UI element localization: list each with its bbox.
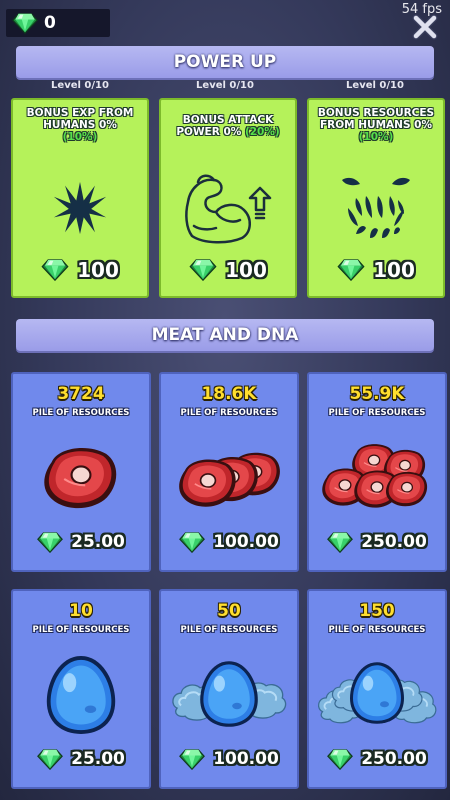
power-up-header: POWER UP xyxy=(16,46,434,78)
meat-pile-icon xyxy=(315,432,439,524)
gem-icon xyxy=(10,11,40,35)
price-value: 25.00 xyxy=(71,749,125,769)
resource-subtitle: PILE OF RESOURCES xyxy=(180,625,278,635)
gem-counter: 0 xyxy=(6,9,110,37)
meat-stack-icon xyxy=(167,432,291,524)
gem-icon xyxy=(37,532,63,553)
dna-egg-icon xyxy=(19,649,143,741)
power-card-title: BONUS RESOURCES FROM HUMANS 0% (10%) xyxy=(317,107,435,143)
bonus-percent: (10%) xyxy=(358,131,394,143)
gem-icon xyxy=(327,749,353,770)
gem-icon xyxy=(327,532,353,553)
burst-icon xyxy=(32,166,128,250)
resource-amount: 3724 xyxy=(57,384,105,404)
price: 100 xyxy=(13,252,147,288)
resource-amount: 150 xyxy=(359,601,395,621)
power-card-bonus-exp[interactable]: BONUS EXP FROM HUMANS 0% (10%) 100 xyxy=(11,98,149,298)
price: 25.00 xyxy=(13,741,149,777)
power-card-bonus-attack[interactable]: BONUS ATTACK POWER 0% (20%) 100 xyxy=(159,98,297,298)
price: 250.00 xyxy=(309,524,445,560)
price-value: 100 xyxy=(225,258,267,282)
price-value: 100.00 xyxy=(213,749,279,769)
power-card-title: BONUS EXP FROM HUMANS 0% (10%) xyxy=(26,107,134,143)
resource-subtitle: PILE OF RESOURCES xyxy=(180,408,278,418)
resource-amount: 10 xyxy=(69,601,93,621)
price: 100 xyxy=(309,252,443,288)
price-value: 250.00 xyxy=(361,749,427,769)
resource-subtitle: PILE OF RESOURCES xyxy=(32,625,130,635)
resource-amount: 55.9K xyxy=(349,384,405,404)
price: 100.00 xyxy=(161,741,297,777)
meat-and-dna-header: MEAT AND DNA xyxy=(16,319,434,351)
close-button[interactable] xyxy=(412,14,438,40)
gem-icon xyxy=(179,749,205,770)
price-value: 100.00 xyxy=(213,532,279,552)
resource-subtitle: PILE OF RESOURCES xyxy=(328,408,426,418)
gem-icon xyxy=(189,259,217,281)
resource-card-dna-medium[interactable]: 50 PILE OF RESOURCES 100.00 xyxy=(159,589,299,789)
price: 100 xyxy=(161,252,295,288)
dna-egg-pile-icon xyxy=(315,649,439,741)
monster-teeth-icon xyxy=(328,166,424,250)
top-bar: 0 54 fps xyxy=(0,0,450,44)
resource-card-dna-large[interactable]: 150 PILE OF RESOURCES 250.00 xyxy=(307,589,447,789)
resource-amount: 50 xyxy=(217,601,241,621)
gem-count: 0 xyxy=(44,13,56,33)
resource-card-meat-medium[interactable]: 18.6K PILE OF RESOURCES 100.00 xyxy=(159,372,299,572)
power-card-bonus-resources[interactable]: BONUS RESOURCES FROM HUMANS 0% (10%) 100 xyxy=(307,98,445,298)
price: 100.00 xyxy=(161,524,297,560)
price-value: 100 xyxy=(77,258,119,282)
resource-card-meat-large[interactable]: 55.9K PILE OF RESOURCES 250.00 xyxy=(307,372,447,572)
gem-icon xyxy=(41,259,69,281)
gem-icon xyxy=(337,259,365,281)
resource-subtitle: PILE OF RESOURCES xyxy=(328,625,426,635)
resource-card-meat-small[interactable]: 3724 PILE OF RESOURCES 25.00 xyxy=(11,372,151,572)
price-value: 250.00 xyxy=(361,532,427,552)
resource-subtitle: PILE OF RESOURCES xyxy=(32,408,130,418)
gem-icon xyxy=(37,749,63,770)
price-value: 100 xyxy=(373,258,415,282)
price: 25.00 xyxy=(13,524,149,560)
power-card-title: BONUS ATTACK POWER 0% (20%) xyxy=(176,114,280,138)
close-icon xyxy=(412,14,438,40)
resource-amount: 18.6K xyxy=(201,384,257,404)
gem-icon xyxy=(179,532,205,553)
level-label: Level 0/10 xyxy=(346,80,404,91)
meat-steak-icon xyxy=(19,432,143,524)
price-value: 25.00 xyxy=(71,532,125,552)
resource-card-dna-small[interactable]: 10 PILE OF RESOURCES 25.00 xyxy=(11,589,151,789)
level-label: Level 0/10 xyxy=(196,80,254,91)
price: 250.00 xyxy=(309,741,445,777)
bonus-percent: (20%) xyxy=(244,126,280,138)
dna-egg-stack-icon xyxy=(167,649,291,741)
muscle-arm-icon xyxy=(180,166,276,250)
level-label: Level 0/10 xyxy=(51,80,109,91)
bonus-percent: (10%) xyxy=(62,131,98,143)
